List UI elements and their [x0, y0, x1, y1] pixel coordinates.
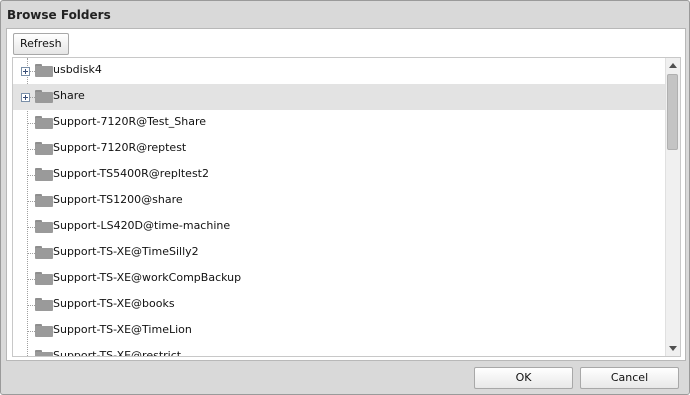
folder-icon — [35, 350, 53, 356]
folder-icon — [35, 272, 53, 286]
tree-item-label: Support-TS-XE@restrict — [53, 349, 182, 357]
folder-icon — [35, 220, 53, 234]
dialog-titlebar: Browse Folders — [1, 1, 689, 28]
folder-icon — [35, 194, 53, 208]
tree-item-label: Support-7120R@Test_Share — [53, 115, 206, 128]
ok-button[interactable]: OK — [474, 367, 573, 389]
tree-item-label: usbdisk4 — [53, 63, 102, 76]
folder-icon — [35, 324, 53, 338]
folder-icon — [35, 168, 53, 182]
tree-item[interactable]: Support-TS-XE@restrict — [13, 344, 666, 357]
tree-item[interactable]: Support-7120R@Test_Share — [13, 110, 666, 136]
scroll-down-arrow-icon[interactable] — [669, 346, 677, 351]
tree-item[interactable]: Support-TS-XE@TimeSilly2 — [13, 240, 666, 266]
scroll-up-arrow-icon[interactable] — [669, 63, 677, 68]
cancel-button[interactable]: Cancel — [580, 367, 679, 389]
tree-item[interactable]: Support-TS-XE@TimeLion — [13, 318, 666, 344]
folder-icon — [35, 90, 53, 104]
tree-item-label: Support-TS-XE@TimeLion — [53, 323, 192, 336]
tree-item-label: Support-TS-XE@books — [53, 297, 175, 310]
folder-browser-panel: Refresh usbdisk4 Share Support-7120R@Test_… — [6, 28, 686, 361]
folder-icon — [35, 246, 53, 260]
tree-item[interactable]: Support-LS420D@time-machine — [13, 214, 666, 240]
tree-item[interactable]: Share — [13, 84, 666, 110]
dialog-title: Browse Folders — [7, 8, 111, 22]
tree-item-label: Support-TS-XE@TimeSilly2 — [53, 245, 199, 258]
scrollbar-thumb[interactable] — [667, 74, 678, 150]
tree-item[interactable]: Support-TS5400R@repltest2 — [13, 162, 666, 188]
expand-plus-icon[interactable] — [21, 67, 30, 76]
tree-item-label: Support-TS1200@share — [53, 193, 183, 206]
tree-item-label: Support-7120R@reptest — [53, 141, 187, 154]
folder-tree: usbdisk4 Share Support-7120R@Test_Share Sup… — [12, 57, 681, 357]
tree-item[interactable]: Support-TS-XE@books — [13, 292, 666, 318]
tree-item[interactable]: Support-TS1200@share — [13, 188, 666, 214]
tree-item-label: Support-TS5400R@repltest2 — [53, 167, 209, 180]
expand-plus-icon[interactable] — [21, 93, 30, 102]
refresh-button[interactable]: Refresh — [13, 33, 69, 55]
tree-item[interactable]: Support-7120R@reptest — [13, 136, 666, 162]
tree-scrollbar[interactable] — [665, 58, 680, 356]
folder-icon — [35, 298, 53, 312]
tree-item-label: Share — [53, 89, 85, 102]
folder-icon — [35, 142, 53, 156]
tree-item[interactable]: Support-TS-XE@workCompBackup — [13, 266, 666, 292]
tree-item-label: Support-LS420D@time-machine — [53, 219, 231, 232]
folder-icon — [35, 116, 53, 130]
folder-icon — [35, 64, 53, 78]
tree-item-label: Support-TS-XE@workCompBackup — [53, 271, 242, 284]
browse-folders-dialog: Browse Folders Refresh usbdisk4 Share Supp… — [0, 0, 690, 395]
tree-item[interactable]: usbdisk4 — [13, 58, 666, 84]
